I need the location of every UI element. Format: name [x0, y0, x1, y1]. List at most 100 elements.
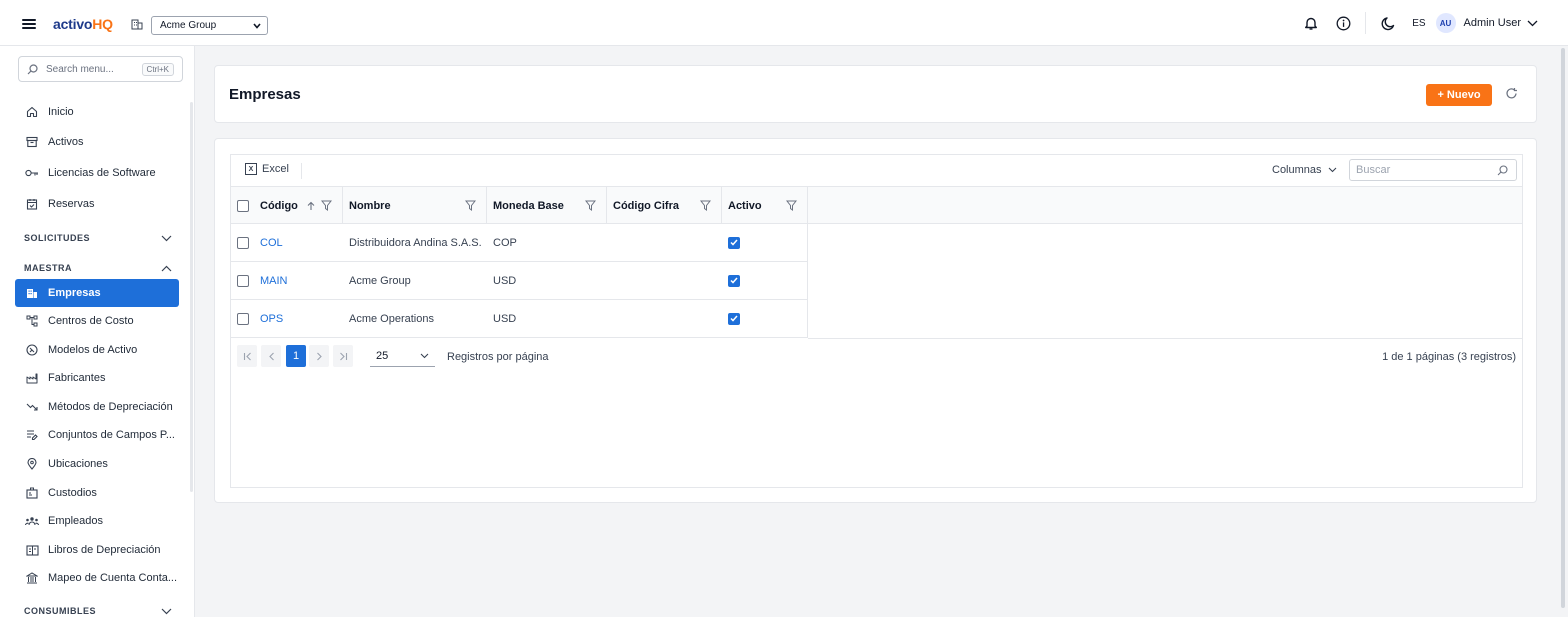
search-menu-input[interactable]: Search menu... Ctrl+K — [18, 56, 183, 82]
chevron-up-icon — [161, 265, 172, 271]
pagination: 1 25 Registros por página 1 de 1 páginas… — [231, 340, 1522, 376]
sidebar-item-label: Empresas — [48, 287, 101, 299]
filter-icon[interactable] — [585, 200, 596, 211]
home-icon — [25, 105, 39, 119]
row-checkbox[interactable] — [237, 312, 249, 325]
active-checkbox[interactable] — [728, 274, 740, 287]
filter-icon[interactable] — [700, 200, 711, 211]
search-icon — [27, 63, 38, 74]
select-all-checkbox[interactable] — [236, 199, 249, 212]
sidebar-item-modelos-de-activo[interactable]: Modelos de Activo — [15, 336, 179, 364]
next-page-button[interactable] — [309, 345, 329, 367]
table-row[interactable]: OPS Acme Operations USD — [231, 300, 808, 338]
column-header-codigo-cifra[interactable]: Código Cifra — [607, 187, 722, 224]
scrollbar-thumb[interactable] — [1561, 48, 1565, 608]
chevron-down-icon — [161, 235, 172, 241]
columns-label: Columnas — [1272, 164, 1322, 176]
form-icon — [25, 428, 39, 442]
page-button[interactable]: 1 — [286, 345, 306, 367]
sidebar-item-mapeo-cuenta[interactable]: Mapeo de Cuenta Conta... — [15, 564, 179, 592]
sidebar-item-fabricantes[interactable]: Fabricantes — [15, 364, 179, 392]
company-select-value: Acme Group — [160, 20, 217, 31]
search-menu-placeholder: Search menu... — [46, 63, 114, 75]
sidebar-item-custodios[interactable]: Custodios — [15, 479, 179, 507]
column-header-moneda-base[interactable]: Moneda Base — [487, 187, 607, 224]
refresh-icon[interactable] — [1505, 87, 1518, 100]
sidebar-item-reservas[interactable]: Reservas — [15, 190, 179, 218]
sort-up-icon[interactable] — [307, 201, 315, 211]
grid-header-row: Código Nombre Moneda Base Código Cifra A… — [231, 186, 1522, 224]
divider — [1365, 12, 1367, 34]
sidebar-scrollbar[interactable] — [190, 102, 193, 492]
sidebar-item-centros-de-costo[interactable]: Centros de Costo — [15, 307, 179, 335]
page-size-label: Registros por página — [447, 351, 549, 363]
cell-nombre: Distribuidora Andina S.A.S. — [349, 236, 482, 249]
grid-empty-area — [808, 224, 1522, 339]
excel-icon: X — [245, 163, 257, 175]
info-icon[interactable] — [1334, 14, 1352, 32]
menu-icon[interactable] — [22, 19, 36, 29]
chevron-down-icon[interactable] — [1527, 20, 1538, 27]
network-icon — [25, 314, 39, 328]
archive-icon — [25, 135, 39, 149]
bell-icon[interactable] — [1302, 14, 1320, 32]
chevron-down-icon — [161, 608, 172, 614]
sidebar-item-metodos-depreciacion[interactable]: Métodos de Depreciación — [15, 393, 179, 421]
sidebar-item-label: Reservas — [48, 198, 95, 210]
section-consumibles[interactable]: CONSUMIBLES — [24, 603, 172, 617]
page-scrollbar[interactable] — [1560, 46, 1566, 617]
grid-search-placeholder: Buscar — [1356, 164, 1391, 176]
new-button[interactable]: + Nuevo — [1426, 84, 1492, 106]
section-solicitudes[interactable]: SOLICITUDES — [24, 230, 172, 246]
sidebar-item-label: Mapeo de Cuenta Conta... — [48, 572, 178, 584]
columns-button[interactable]: Columnas — [1272, 164, 1337, 176]
sidebar-item-conjuntos-de-campos[interactable]: Conjuntos de Campos P... — [15, 421, 179, 449]
cell-nombre: Acme Group — [349, 274, 411, 287]
sidebar-item-licencias[interactable]: Licencias de Software — [15, 159, 179, 187]
sidebar-item-ubicaciones[interactable]: Ubicaciones — [15, 450, 179, 478]
sidebar-item-inicio[interactable]: Inicio — [15, 98, 179, 126]
section-label: MAESTRA — [24, 263, 72, 273]
user-name[interactable]: Admin User — [1464, 17, 1521, 29]
avatar[interactable]: AU — [1435, 13, 1456, 33]
cell-codigo[interactable]: MAIN — [260, 262, 288, 299]
sidebar-item-empresas[interactable]: Empresas — [15, 279, 179, 307]
company-select[interactable]: Acme Group — [151, 16, 268, 35]
row-checkbox[interactable] — [237, 236, 249, 249]
sidebar-item-empleados[interactable]: Empleados — [15, 507, 179, 535]
sidebar-item-libros-depreciacion[interactable]: Libros de Depreciación — [15, 536, 179, 564]
table-row[interactable]: MAIN Acme Group USD — [231, 262, 808, 300]
filter-icon[interactable] — [321, 200, 332, 211]
sidebar-item-label: Custodios — [48, 487, 97, 499]
grid-search-input[interactable]: Buscar — [1349, 159, 1517, 181]
sidebar-item-label: Métodos de Depreciación — [48, 401, 173, 413]
page-size-value: 25 — [376, 349, 389, 362]
language-switch[interactable]: ES — [1412, 18, 1425, 29]
active-checkbox[interactable] — [728, 312, 740, 325]
column-header-codigo[interactable]: Código — [254, 187, 343, 224]
moon-icon[interactable] — [1379, 14, 1397, 32]
active-checkbox[interactable] — [728, 236, 740, 249]
page-size-select[interactable]: 25 — [370, 345, 435, 367]
last-page-button[interactable] — [333, 345, 353, 367]
building-icon — [25, 286, 39, 300]
sidebar-item-label: Ubicaciones — [48, 458, 108, 470]
section-maestra[interactable]: MAESTRA — [24, 260, 172, 276]
prev-page-button[interactable] — [261, 345, 281, 367]
column-header-activo[interactable]: Activo — [722, 187, 808, 224]
column-header-nombre[interactable]: Nombre — [343, 187, 487, 224]
factory-icon — [25, 371, 39, 385]
cell-codigo[interactable]: OPS — [260, 300, 283, 337]
cell-codigo[interactable]: COL — [260, 224, 283, 261]
row-checkbox[interactable] — [237, 274, 249, 287]
excel-export-button[interactable]: X Excel — [245, 163, 289, 175]
app-logo[interactable]: activoHQ — [53, 16, 113, 32]
grid-toolbar: X Excel Columnas Buscar — [231, 155, 1522, 186]
cell-moneda: USD — [493, 274, 517, 287]
table-row[interactable]: COL Distribuidora Andina S.A.S. COP — [231, 224, 808, 262]
filter-icon[interactable] — [786, 200, 797, 211]
excel-label: Excel — [262, 163, 289, 175]
filter-icon[interactable] — [465, 200, 476, 211]
first-page-button[interactable] — [237, 345, 257, 367]
sidebar-item-activos[interactable]: Activos — [15, 128, 179, 156]
